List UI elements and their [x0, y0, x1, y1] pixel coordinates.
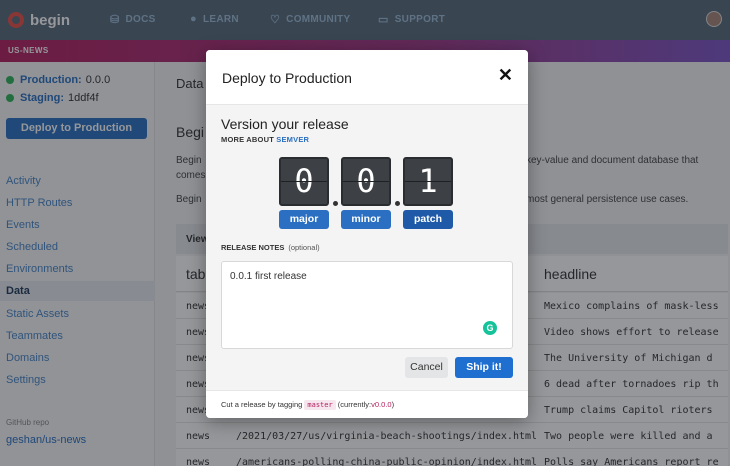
more-about-label: MORE ABOUT [221, 135, 274, 144]
release-notes-textarea[interactable]: 0.0.1 first release [221, 261, 513, 349]
major-button[interactable]: major [279, 210, 329, 229]
semver-link[interactable]: SEMVER [276, 135, 309, 144]
master-tag: master [304, 400, 336, 410]
patch-digit: 1 [403, 157, 453, 206]
footer-current-suffix: ) [391, 400, 395, 409]
version-separator [395, 201, 400, 206]
footer-current-prefix: (currently: [337, 400, 372, 409]
grammarly-icon[interactable]: G [483, 321, 497, 335]
minor-digit: 0 [341, 157, 391, 206]
modal-body: Version your release MORE ABOUT SEMVER 0… [206, 105, 528, 390]
close-icon[interactable]: ✕ [498, 65, 513, 86]
ship-it-button[interactable]: Ship it! [455, 357, 513, 378]
current-version: v0.0.0 [371, 400, 392, 409]
version-separator [333, 201, 338, 206]
major-digit: 0 [279, 157, 329, 206]
cancel-button[interactable]: Cancel [405, 357, 448, 378]
modal-title: Deploy to Production [222, 70, 352, 86]
optional-label: (optional) [288, 243, 320, 252]
release-notes-title: RELEASE NOTES [221, 243, 285, 252]
modal-header: Deploy to Production ✕ [206, 50, 528, 105]
modal-footer: Cut a release by tagging master (current… [206, 390, 528, 418]
deploy-modal: Deploy to Production ✕ Version your rele… [206, 50, 528, 418]
release-notes-label: RELEASE NOTES (optional) [221, 243, 320, 252]
patch-button[interactable]: patch [403, 210, 453, 229]
minor-button[interactable]: minor [341, 210, 391, 229]
more-about-semver: MORE ABOUT SEMVER [221, 135, 309, 144]
footer-text: Cut a release by tagging master (current… [221, 400, 395, 410]
version-title: Version your release [221, 116, 349, 132]
footer-prefix: Cut a release by tagging [221, 400, 303, 409]
